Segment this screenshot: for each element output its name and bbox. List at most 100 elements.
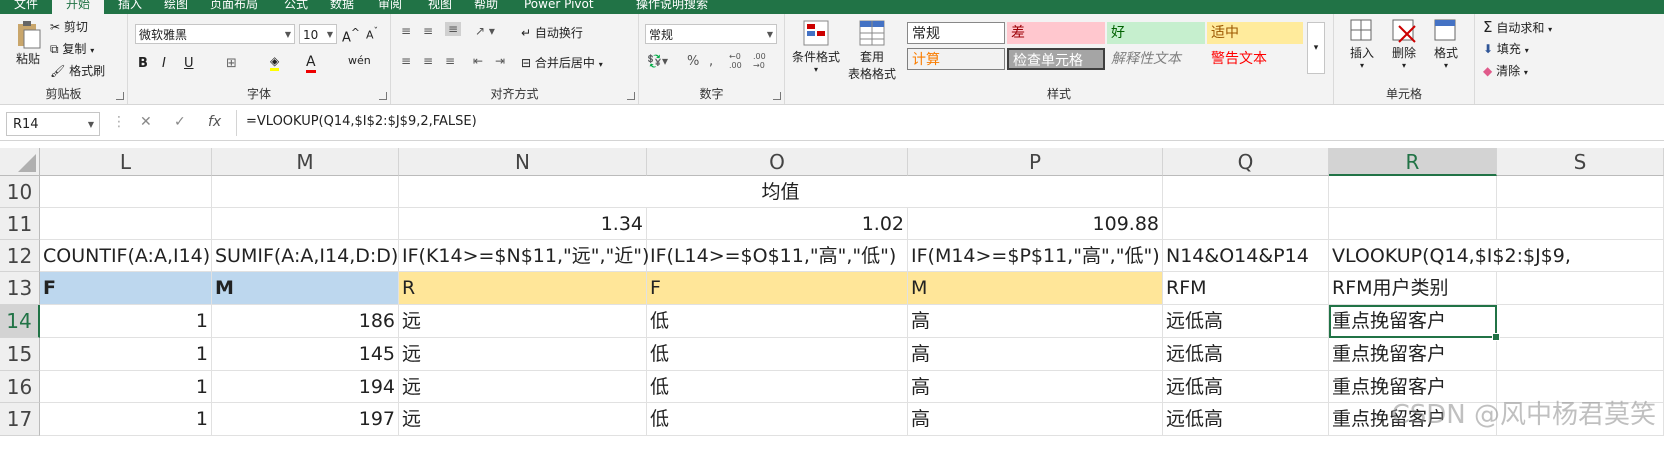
style-neutral[interactable]: 适中 xyxy=(1207,22,1303,44)
insert-function-icon[interactable]: fx xyxy=(208,114,221,130)
style-explanatory[interactable]: 解释性文本 xyxy=(1107,48,1205,70)
tab-draw[interactable]: 绘图 xyxy=(164,0,188,14)
bold-button[interactable]: B xyxy=(138,56,148,71)
decrease-indent-button[interactable]: ⇤ xyxy=(473,54,483,68)
cell-O17[interactable]: 低 xyxy=(647,403,908,436)
cell-R15[interactable]: 重点挽留客户 xyxy=(1329,338,1497,371)
cell-N14[interactable]: 远 xyxy=(399,305,647,338)
number-format-select[interactable]: 常规 ▼ xyxy=(645,24,777,44)
cell-N12[interactable]: IF(K14>=$N$11,"远","近") xyxy=(399,240,649,272)
accounting-format-button[interactable]: 💱▾ xyxy=(647,54,668,68)
cell-S14[interactable] xyxy=(1497,305,1664,338)
fill-color-button[interactable]: ◈ xyxy=(270,54,280,71)
column-header-R[interactable]: R xyxy=(1329,148,1497,176)
cell-L15[interactable]: 1 xyxy=(40,338,212,371)
percent-button[interactable]: % xyxy=(687,54,699,69)
align-right-button[interactable]: ≡ xyxy=(445,54,455,68)
cell-O16[interactable]: 低 xyxy=(647,371,908,403)
cell-P17[interactable]: 高 xyxy=(908,403,1163,436)
align-middle-button[interactable]: ≡ xyxy=(423,24,433,38)
increase-indent-button[interactable]: ⇥ xyxy=(495,54,505,68)
cell-O14[interactable]: 低 xyxy=(647,305,908,338)
delete-cells-button[interactable]: 删除 ▾ xyxy=(1386,18,1422,70)
tab-formulas[interactable]: 公式 xyxy=(284,0,308,14)
cell-R11[interactable] xyxy=(1329,208,1497,240)
cell-O15[interactable]: 低 xyxy=(647,338,908,371)
cell-P11[interactable]: 109.88 xyxy=(908,208,1163,240)
cell-Q14[interactable]: 远低高 xyxy=(1163,305,1329,338)
cell-P12[interactable]: IF(M14>=$P$11,"高","低") xyxy=(908,240,1163,272)
clear-button[interactable]: ◆ 清除 ▾ xyxy=(1483,62,1528,79)
cell-L11[interactable] xyxy=(40,208,212,240)
formula-input[interactable]: =VLOOKUP(Q14,$I$2:$J$9,2,FALSE) xyxy=(246,114,477,129)
align-top-button[interactable]: ≡ xyxy=(401,24,411,38)
row-header-14[interactable]: 14 xyxy=(0,305,40,338)
column-header-M[interactable]: M xyxy=(212,148,399,176)
column-header-N[interactable]: N xyxy=(399,148,647,176)
cell-O11[interactable]: 1.02 xyxy=(647,208,908,240)
cell-P13[interactable]: M xyxy=(908,272,1163,305)
row-header-12[interactable]: 12 xyxy=(0,240,40,272)
row-header-10[interactable]: 10 xyxy=(0,176,40,208)
cell-Q17[interactable]: 远低高 xyxy=(1163,403,1329,436)
cell-N17[interactable]: 远 xyxy=(399,403,647,436)
tab-page-layout[interactable]: 页面布局 xyxy=(210,0,258,14)
tab-help[interactable]: 帮助 xyxy=(474,0,498,14)
row-header-13[interactable]: 13 xyxy=(0,272,40,305)
number-launcher-icon[interactable] xyxy=(773,92,781,100)
shrink-font-button[interactable]: Aˇ xyxy=(366,26,378,42)
comma-button[interactable]: , xyxy=(709,54,713,69)
cell-Q15[interactable]: 远低高 xyxy=(1163,338,1329,371)
cancel-icon[interactable]: ✕ xyxy=(140,114,152,130)
cell-N11[interactable]: 1.34 xyxy=(399,208,647,240)
fill-button[interactable]: ⬇ 填充 ▾ xyxy=(1483,40,1529,57)
cell-M13[interactable]: M xyxy=(212,272,399,305)
copy-button[interactable]: ⧉ 复制 ▾ xyxy=(50,40,94,57)
style-check-cell[interactable]: 检查单元格 xyxy=(1007,48,1105,70)
increase-decimal-button[interactable]: ←0.00 xyxy=(729,52,742,70)
name-box[interactable]: R14 ▼ xyxy=(6,112,100,136)
cell-S10[interactable] xyxy=(1497,176,1664,208)
italic-button[interactable]: I xyxy=(162,56,166,71)
cell-M10[interactable] xyxy=(212,176,399,208)
column-header-P[interactable]: P xyxy=(908,148,1163,176)
cell-L12[interactable]: COUNTIF(A:A,I14) xyxy=(40,240,212,272)
enter-icon[interactable]: ✓ xyxy=(174,114,186,130)
font-size-select[interactable]: 10 ▼ xyxy=(299,24,337,44)
merge-center-button[interactable]: ⊟ 合并后居中 ▾ xyxy=(521,54,603,71)
cell-L14[interactable]: 1 xyxy=(40,305,212,338)
tell-me-search[interactable]: 操作说明搜索 xyxy=(636,0,708,14)
cell-M11[interactable] xyxy=(212,208,399,240)
cell-S11[interactable] xyxy=(1497,208,1664,240)
row-header-17[interactable]: 17 xyxy=(0,403,40,436)
cell-N13[interactable]: R xyxy=(399,272,647,305)
column-header-O[interactable]: O xyxy=(647,148,908,176)
cell-L13[interactable]: F xyxy=(40,272,212,305)
column-header-S[interactable]: S xyxy=(1497,148,1664,176)
borders-button[interactable]: ⊞ xyxy=(226,56,237,71)
tab-power-pivot[interactable]: Power Pivot xyxy=(524,0,594,14)
cell-Q11[interactable] xyxy=(1163,208,1329,240)
align-bottom-button[interactable]: ≡ xyxy=(445,22,462,36)
tab-home[interactable]: 开始 xyxy=(52,0,105,14)
font-launcher-icon[interactable] xyxy=(379,92,387,100)
tab-view[interactable]: 视图 xyxy=(428,0,452,14)
cell-P14[interactable]: 高 xyxy=(908,305,1163,338)
style-calculation[interactable]: 计算 xyxy=(907,48,1005,70)
cell-M16[interactable]: 194 xyxy=(212,371,399,403)
cut-button[interactable]: ✂ 剪切 xyxy=(50,18,88,35)
align-center-button[interactable]: ≡ xyxy=(423,54,433,68)
cell-L10[interactable] xyxy=(40,176,212,208)
format-cells-button[interactable]: 格式 ▾ xyxy=(1428,18,1464,70)
format-as-table-button[interactable]: 套用 表格格式 xyxy=(843,18,901,82)
cell-L17[interactable]: 1 xyxy=(40,403,212,436)
cell-P16[interactable]: 高 xyxy=(908,371,1163,403)
style-bad[interactable]: 差 xyxy=(1007,22,1105,44)
tab-file[interactable]: 文件 xyxy=(14,0,38,14)
cell-R13[interactable]: RFM用户类别 xyxy=(1329,272,1497,305)
style-good[interactable]: 好 xyxy=(1107,22,1205,44)
cell-Q16[interactable]: 远低高 xyxy=(1163,371,1329,403)
style-normal[interactable]: 常规 xyxy=(907,22,1005,44)
cell-N16[interactable]: 远 xyxy=(399,371,647,403)
fill-handle[interactable] xyxy=(1492,333,1500,341)
